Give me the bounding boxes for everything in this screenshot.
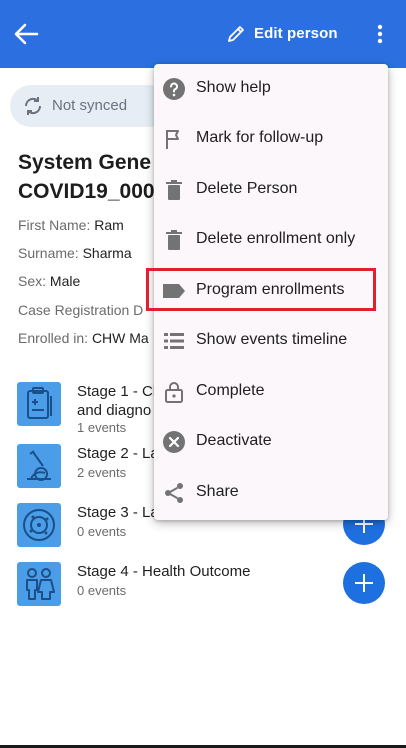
menu-item-complete[interactable]: Complete <box>154 367 388 417</box>
person-title: System Gene COVID19_000 <box>18 148 168 206</box>
menu-item-deactivate[interactable]: Deactivate <box>154 417 388 467</box>
people-icon <box>17 562 61 606</box>
flag-icon <box>166 130 179 149</box>
pencil-icon[interactable] <box>226 24 246 44</box>
attribute-value: Male <box>49 273 81 289</box>
stage-name: Stage 1 - Cl and diagno <box>77 382 156 420</box>
stage-events-count: 1 events <box>77 420 127 435</box>
menu-item-label: Deactivate <box>196 432 272 449</box>
lock-icon <box>165 382 183 403</box>
attribute-label: First Name: <box>18 217 95 233</box>
stage-events-count: 0 events <box>77 524 127 539</box>
attribute-value: Ram <box>94 217 124 233</box>
sync-icon <box>24 97 42 115</box>
menu-item-label: Show events timeline <box>196 331 348 348</box>
clipboard-icon <box>17 382 61 426</box>
help-circle-icon <box>163 78 185 100</box>
stage-events-count: 0 events <box>77 583 127 598</box>
more-vertical-icon[interactable] <box>371 22 389 46</box>
share-icon <box>165 483 183 503</box>
attribute-label: Enrolled in: <box>18 330 92 346</box>
person-title-line2: COVID19_000 <box>18 180 155 203</box>
attribute-surname: Surname: Sharma <box>18 245 158 261</box>
menu-item-label: Share <box>196 483 239 500</box>
attribute-first-name: First Name: Ram <box>18 217 158 233</box>
highlight-box <box>146 268 376 311</box>
app-bar: Edit person <box>0 0 406 68</box>
stage-name: Stage 3 - La <box>77 503 159 522</box>
menu-item-delete-enrollment[interactable]: Delete enrollment only <box>154 215 388 265</box>
stage-events-count: 2 events <box>77 465 127 480</box>
stage-name-line1: Stage 2 - La <box>77 445 159 462</box>
virus-icon <box>17 503 61 547</box>
microscope-icon <box>17 444 61 488</box>
menu-item-show-events-timeline[interactable]: Show events timeline <box>154 316 388 366</box>
attribute-label: Sex: <box>18 273 50 289</box>
attribute-value: CHW Ma <box>91 330 149 346</box>
menu-item-show-help[interactable]: Show help <box>154 64 388 114</box>
person-title-line1: System Gene <box>18 151 152 174</box>
menu-item-share[interactable]: Share <box>154 468 388 518</box>
list-icon <box>164 333 184 349</box>
arrow-left-icon[interactable] <box>13 22 39 46</box>
menu-item-label: Complete <box>196 382 265 399</box>
edit-person-button[interactable]: Edit person <box>254 25 338 42</box>
menu-item-label: Mark for follow-up <box>196 129 324 146</box>
stage-name-line2: and diagno <box>77 402 152 419</box>
sync-status-chip[interactable]: Not synced <box>10 85 170 127</box>
attribute-label: Case Registration D <box>18 302 144 318</box>
menu-item-label: Delete enrollment only <box>196 230 356 247</box>
menu-item-label: Show help <box>196 79 271 96</box>
trash-icon <box>166 230 182 250</box>
attribute-value: Sharma <box>82 245 132 261</box>
attribute-sex: Sex: Male <box>18 273 158 289</box>
menu-item-label: Delete Person <box>196 180 298 197</box>
attribute-label: Surname: <box>18 245 83 261</box>
attribute-case-registration: Case Registration D <box>18 302 158 318</box>
attribute-enrolled-in: Enrolled in: CHW Ma <box>18 330 158 346</box>
stage-name-line1: Stage 4 - Health Outcome <box>77 563 251 580</box>
add-event-button-stage-4[interactable] <box>343 562 385 604</box>
stage-name-line1: Stage 1 - Cl <box>77 383 157 400</box>
menu-item-mark-follow-up[interactable]: Mark for follow-up <box>154 114 388 164</box>
stage-name: Stage 2 - La <box>77 444 159 463</box>
menu-item-delete-person[interactable]: Delete Person <box>154 165 388 215</box>
sync-status-label: Not synced <box>52 97 128 114</box>
close-circle-icon <box>163 431 185 453</box>
trash-icon <box>166 180 182 200</box>
stage-name-line1: Stage 3 - La <box>77 504 159 521</box>
stage-name: Stage 4 - Health Outcome <box>77 562 250 581</box>
